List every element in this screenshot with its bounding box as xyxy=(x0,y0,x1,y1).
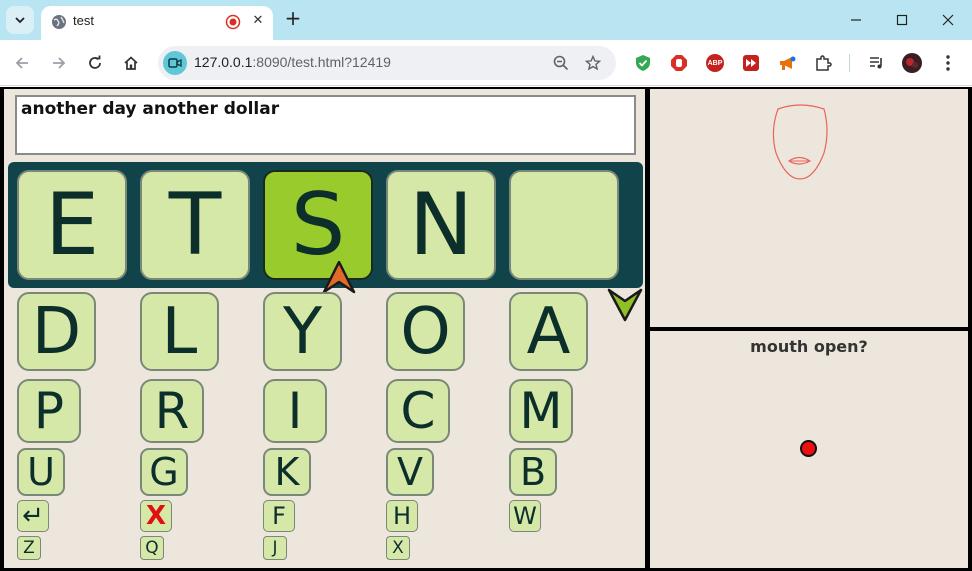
minimize-icon xyxy=(851,19,861,21)
extension-announce[interactable] xyxy=(776,52,798,74)
key-Y[interactable]: Y xyxy=(263,292,342,371)
page-content: another day another dollar E T S N D L Y… xyxy=(0,87,972,571)
key-I[interactable]: I xyxy=(263,379,327,443)
maximize-button[interactable] xyxy=(888,6,916,34)
key-A[interactable]: A xyxy=(509,292,588,371)
key-D[interactable]: D xyxy=(17,292,96,371)
abp-icon: ABP xyxy=(706,54,724,72)
keyboard-panel: another day another dollar E T S N D L Y… xyxy=(4,89,645,568)
key-F[interactable]: F xyxy=(263,500,295,532)
browser-menu-button[interactable] xyxy=(937,52,959,74)
reload-icon xyxy=(89,55,101,69)
key-O[interactable]: O xyxy=(386,292,465,371)
zoom-button[interactable] xyxy=(550,52,572,74)
camera-icon xyxy=(168,58,182,68)
key-U[interactable]: U xyxy=(17,448,65,496)
url-path: :8090/test.html?12419 xyxy=(252,54,391,70)
tab-title: test xyxy=(73,13,94,28)
bookmark-button[interactable] xyxy=(582,52,604,74)
toolbar-divider xyxy=(849,54,850,72)
check-arrow-icon[interactable] xyxy=(607,287,643,323)
arrow-left-icon xyxy=(15,57,28,69)
reload-button[interactable] xyxy=(81,49,109,77)
top-key-1[interactable]: E xyxy=(17,170,127,280)
browser-toolbar: 127.0.0.1:8090/test.html?12419 ABP xyxy=(0,40,972,86)
shield-check-icon xyxy=(636,55,650,71)
recording-icon[interactable] xyxy=(225,14,241,30)
minimize-button[interactable] xyxy=(842,6,870,34)
mouth-state-indicator xyxy=(800,440,817,457)
top-key-3-selected[interactable]: S xyxy=(263,170,373,280)
address-bar[interactable]: 127.0.0.1:8090/test.html?12419 xyxy=(158,46,616,80)
extension-shield[interactable] xyxy=(632,52,654,74)
key-C[interactable]: C xyxy=(386,379,450,443)
site-info-button[interactable] xyxy=(163,51,187,75)
arrow-right-icon xyxy=(53,57,66,69)
profile-button[interactable] xyxy=(901,52,923,74)
key-J[interactable]: J xyxy=(263,536,287,560)
globe-icon xyxy=(52,15,66,29)
home-button[interactable] xyxy=(117,49,145,77)
close-window-button[interactable] xyxy=(934,6,962,34)
key-W[interactable]: W xyxy=(509,500,541,532)
key-X[interactable]: X xyxy=(386,536,410,560)
browser-tab[interactable]: test ✕ xyxy=(41,6,273,40)
key-G[interactable]: G xyxy=(140,448,188,496)
url-host: 127.0.0.1 xyxy=(194,54,253,70)
key-H[interactable]: H xyxy=(386,500,418,532)
mouth-open-label: mouth open? xyxy=(750,337,868,356)
stop-hand-icon xyxy=(671,55,687,71)
top-key-4[interactable]: N xyxy=(386,170,496,280)
extension-adblock[interactable]: ABP xyxy=(704,52,726,74)
more-vert-icon xyxy=(946,55,950,71)
delete-key[interactable]: X xyxy=(140,500,172,532)
face-outline-icon xyxy=(772,104,828,180)
key-Q[interactable]: Q xyxy=(140,536,164,560)
zoom-out-icon xyxy=(553,55,569,71)
mouth-detector-panel: mouth open? xyxy=(650,331,968,568)
cursor-arrow-icon xyxy=(322,261,356,294)
forward-button[interactable] xyxy=(45,49,73,77)
key-Z[interactable]: Z xyxy=(17,536,41,560)
chevron-down-icon xyxy=(15,17,25,24)
close-icon xyxy=(942,14,954,26)
extensions-button[interactable] xyxy=(812,52,834,74)
top-key-5[interactable] xyxy=(509,170,619,280)
tab-strip: test ✕ + xyxy=(0,0,972,40)
fast-forward-icon xyxy=(743,55,759,71)
media-controls-button[interactable] xyxy=(866,52,888,74)
star-icon xyxy=(585,55,601,71)
top-key-2[interactable]: T xyxy=(140,170,250,280)
close-tab-button[interactable]: ✕ xyxy=(249,12,267,30)
key-V[interactable]: V xyxy=(386,448,434,496)
key-L[interactable]: L xyxy=(140,292,219,371)
home-icon xyxy=(124,56,138,70)
key-M[interactable]: M xyxy=(509,379,573,443)
extension-stop[interactable] xyxy=(668,52,690,74)
maximize-icon xyxy=(896,14,908,26)
typed-text-box[interactable]: another day another dollar xyxy=(15,95,636,155)
playlist-icon xyxy=(870,57,882,69)
enter-key[interactable]: ↵ xyxy=(17,500,49,532)
new-tab-button[interactable]: + xyxy=(282,8,304,30)
key-P[interactable]: P xyxy=(17,379,81,443)
tab-search-button[interactable] xyxy=(6,6,34,34)
key-B[interactable]: B xyxy=(509,448,557,496)
puzzle-icon xyxy=(816,55,832,71)
megaphone-icon xyxy=(780,56,796,70)
key-K[interactable]: K xyxy=(263,448,311,496)
face-panel xyxy=(650,89,968,327)
key-R[interactable]: R xyxy=(140,379,204,443)
extension-speed[interactable] xyxy=(740,52,762,74)
avatar xyxy=(902,53,922,73)
back-button[interactable] xyxy=(8,49,36,77)
url-text[interactable]: 127.0.0.1:8090/test.html?12419 xyxy=(194,54,391,70)
